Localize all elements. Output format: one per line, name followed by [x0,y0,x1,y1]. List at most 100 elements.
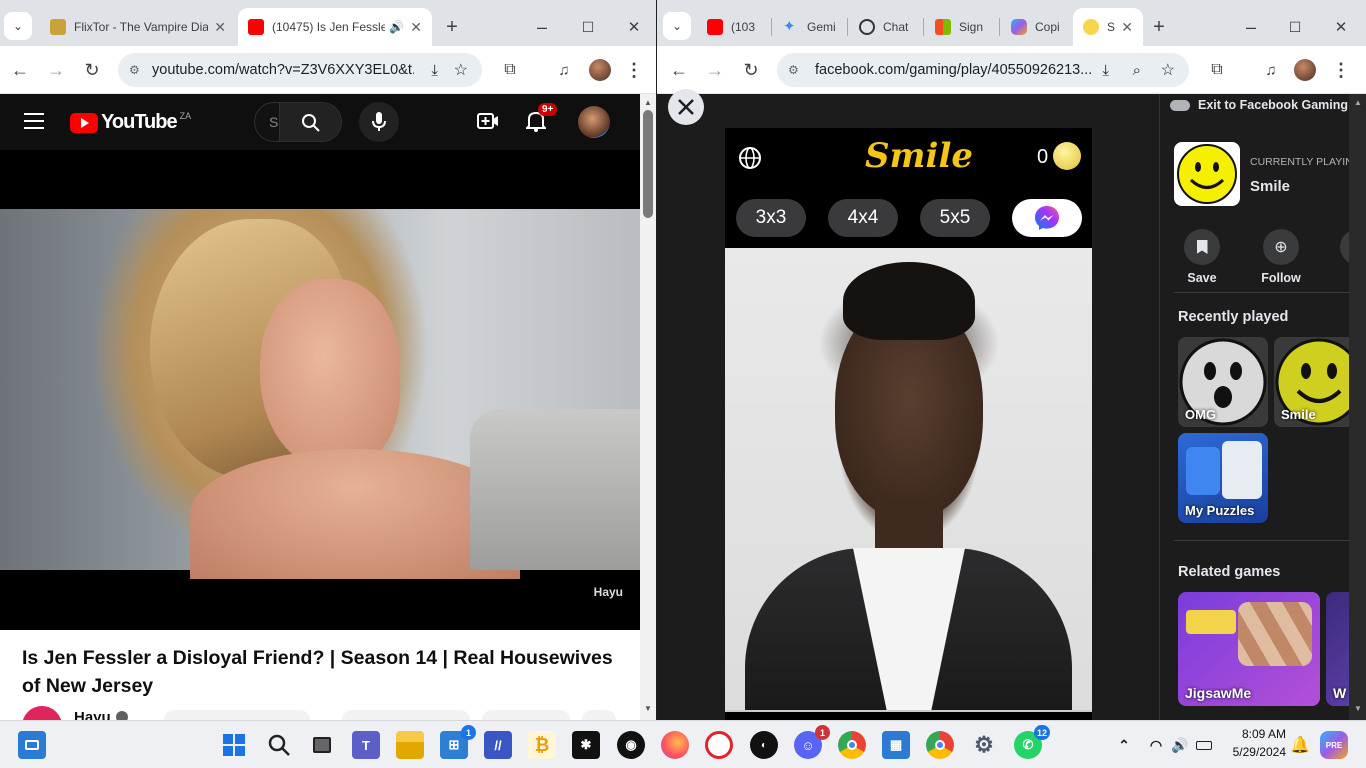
like-button[interactable] [342,710,470,720]
recent-game-my-puzzles[interactable]: My Puzzles [1178,433,1268,523]
extensions-icon[interactable]: ⧉ [496,56,524,84]
puzzle-photo[interactable] [725,248,1092,710]
reload-icon[interactable]: ↻ [78,56,106,84]
create-video-icon[interactable] [477,112,499,130]
site-info-icon[interactable]: ⚙ [788,63,799,77]
new-tab-button[interactable]: + [1145,13,1173,41]
scroll-down-icon[interactable]: ▼ [644,704,652,713]
install-icon[interactable]: ⤓ [1102,62,1109,79]
chrome-menu-icon[interactable]: ⋮ [1327,56,1355,84]
github-icon[interactable]: ◉ [617,731,645,759]
figma-icon[interactable]: ✱ [572,731,600,759]
app-icon-blue[interactable]: // [484,731,512,759]
close-tab-icon[interactable]: ✕ [410,19,422,36]
copilot-pre-icon[interactable]: PRE [1320,731,1348,759]
notification-bell-icon[interactable]: 🔔 [1286,731,1314,759]
reload-icon[interactable]: ↻ [737,56,765,84]
search-icon[interactable] [265,731,293,759]
tab-chatgpt[interactable]: Chat [849,8,921,46]
scroll-thumb[interactable] [643,110,653,218]
chrome-icon[interactable] [838,731,866,759]
site-info-icon[interactable]: ⚙ [129,63,140,77]
file-explorer-icon[interactable] [396,731,424,759]
chevron-up-icon[interactable]: ⌃ [1110,731,1138,759]
media-controls-icon[interactable]: ♫ [550,56,578,84]
close-window-button[interactable]: ✕ [620,13,648,41]
grid-5x5-button[interactable]: 5x5 [920,199,990,237]
tab-search-button[interactable]: ⌄ [4,12,32,40]
address-bar[interactable]: ⚙ youtube.com/watch?v=Z3V6XXY3EL0&t... ⤓… [118,53,482,87]
forward-icon[interactable]: → [42,56,70,84]
globe-icon[interactable] [738,146,762,170]
game-canvas[interactable]: Smile 0 3x3 4x4 5x5 [725,128,1092,720]
new-tab-button[interactable]: + [438,13,466,41]
channel-avatar[interactable] [22,706,62,720]
task-view-icon[interactable] [308,731,336,759]
app-icon-black[interactable]: ◐ [750,731,778,759]
page-scrollbar[interactable]: ▲ ▼ [640,94,656,720]
scroll-up-icon[interactable]: ▲ [644,98,652,107]
forward-icon[interactable]: → [701,56,729,84]
maximize-button[interactable]: ☐ [574,13,602,41]
grid-4x4-button[interactable]: 4x4 [828,199,898,237]
firefox-icon[interactable] [661,731,689,759]
install-icon[interactable]: ⤓ [431,62,438,79]
search-box[interactable]: S [254,102,342,142]
hamburger-menu-icon[interactable] [24,113,44,129]
subscribe-button[interactable] [164,710,310,720]
speaker-icon[interactable]: 🔊 [389,20,404,34]
back-icon[interactable]: ← [6,56,34,84]
close-window-button[interactable]: ✕ [1327,13,1355,41]
tab-gemini[interactable]: ✦ Gemi [773,8,845,46]
close-tab-icon[interactable]: ✕ [1121,19,1133,36]
search-icon[interactable] [301,113,321,133]
bookmark-star-icon[interactable]: ☆ [454,60,468,80]
widgets-icon[interactable] [18,731,46,759]
chrome-profile-icon[interactable] [926,731,954,759]
scroll-up-icon[interactable]: ▲ [1354,98,1362,107]
youtube-logo[interactable]: YouTube ZA [70,111,191,134]
whatsapp-icon[interactable]: ✆ 12 [1014,725,1050,759]
maximize-button[interactable]: ☐ [1281,13,1309,41]
channel-name[interactable]: Hayu [74,709,111,720]
profile-avatar[interactable] [586,56,614,84]
minimize-button[interactable]: – [1237,13,1265,41]
tab-smile-game[interactable]: S ✕ [1073,8,1143,46]
clock[interactable]: 8:09 AM 5/29/2024 [1224,727,1286,759]
minimize-button[interactable]: – [528,13,556,41]
search-input[interactable]: S [269,114,278,130]
notifications-button[interactable]: 9+ [526,103,558,134]
close-game-button[interactable] [668,89,704,125]
tab-microsoft-signin[interactable]: Sign [925,8,997,46]
sidebar-scrollbar[interactable]: ▲ ▼ [1349,94,1366,720]
tab-youtube-2[interactable]: (103 [697,8,769,46]
tab-search-button[interactable]: ⌄ [663,12,691,40]
tab-youtube[interactable]: (10475) Is Jen Fessle 🔊 ✕ [238,8,432,46]
settings-gear-icon[interactable]: ⚙ [970,731,998,759]
account-avatar[interactable] [578,106,610,138]
related-game-w[interactable]: W [1326,592,1350,706]
battery-icon[interactable] [1190,731,1218,759]
close-tab-icon[interactable]: ✕ [214,19,226,36]
voice-search-button[interactable] [359,102,399,142]
opera-icon[interactable] [705,731,733,759]
zoom-icon[interactable]: ⌕ [1133,62,1141,79]
grid-3x3-button[interactable]: 3x3 [736,199,806,237]
recent-game-omg[interactable]: OMG [1178,337,1268,427]
calendar-icon[interactable]: ▦ [882,731,910,759]
media-controls-icon[interactable]: ♫ [1257,56,1285,84]
discord-icon[interactable]: ☺ 1 [794,725,830,759]
tab-copilot[interactable]: Copi [1001,8,1073,46]
video-frame[interactable] [0,209,640,579]
related-game-jigsawme[interactable]: JigsawMe [1178,592,1320,706]
current-game-icon[interactable] [1174,142,1240,206]
profile-avatar[interactable] [1291,56,1319,84]
bitcoin-app-icon[interactable]: ₿ [528,731,556,759]
chrome-menu-icon[interactable]: ⋮ [620,56,648,84]
address-bar[interactable]: ⚙ facebook.com/gaming/play/40550926213..… [777,53,1189,87]
follow-button[interactable]: ⊕ Follow [1258,229,1304,285]
tab-flixtor[interactable]: FlixTor - The Vampire Dia ✕ [40,8,236,46]
more-actions-button[interactable] [582,710,616,720]
exit-gaming-link[interactable]: Exit to Facebook Gaming [1170,98,1348,112]
microsoft-store-icon[interactable]: ⊞ 1 [440,725,476,759]
